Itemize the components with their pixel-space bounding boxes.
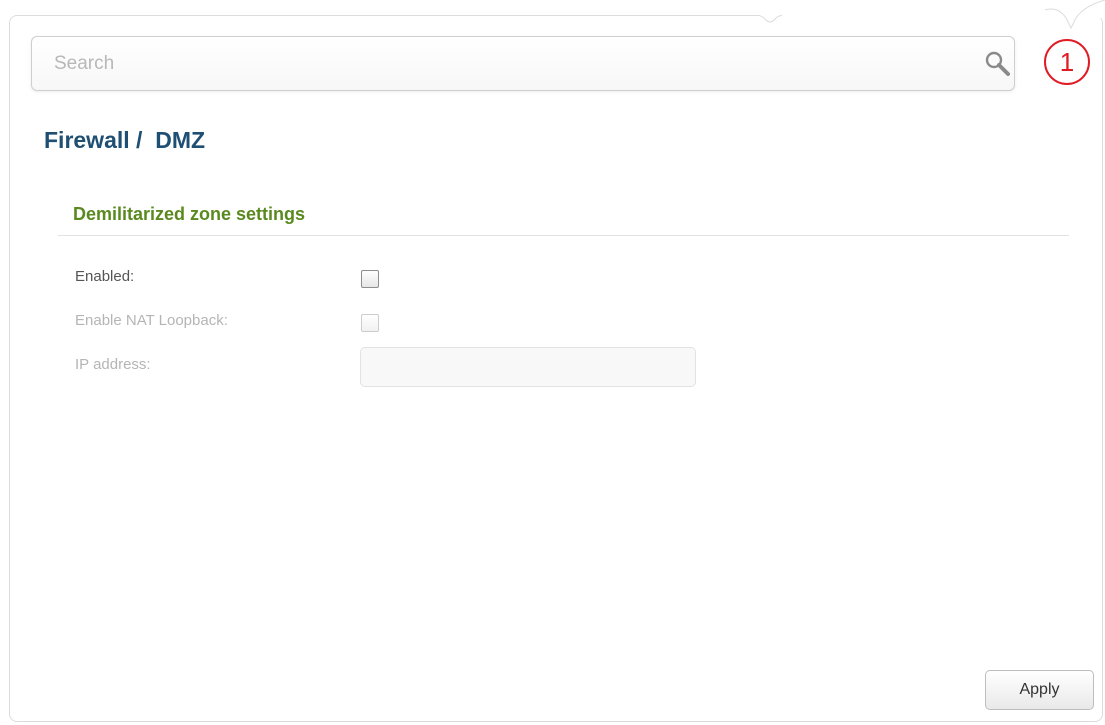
notification-badge[interactable]: 1 bbox=[1039, 38, 1095, 94]
ip-address-field[interactable] bbox=[360, 347, 696, 387]
section-divider bbox=[58, 235, 1069, 236]
search-box[interactable] bbox=[31, 36, 1015, 91]
nat-loopback-checkbox[interactable] bbox=[361, 314, 379, 332]
search-input[interactable] bbox=[54, 49, 934, 79]
nat-loopback-label: Enable NAT Loopback: bbox=[75, 312, 228, 329]
ip-address-label: IP address: bbox=[75, 356, 151, 373]
enabled-checkbox[interactable] bbox=[361, 270, 379, 288]
section-title: Demilitarized zone settings bbox=[73, 204, 306, 224]
apply-button[interactable]: Apply bbox=[985, 670, 1094, 710]
page-title: Firewall / DMZ bbox=[44, 127, 206, 153]
notification-count: 1 bbox=[1059, 47, 1075, 77]
search-icon[interactable] bbox=[984, 50, 1014, 80]
notification-notch bbox=[760, 14, 1105, 18]
enabled-label: Enabled: bbox=[75, 268, 135, 285]
